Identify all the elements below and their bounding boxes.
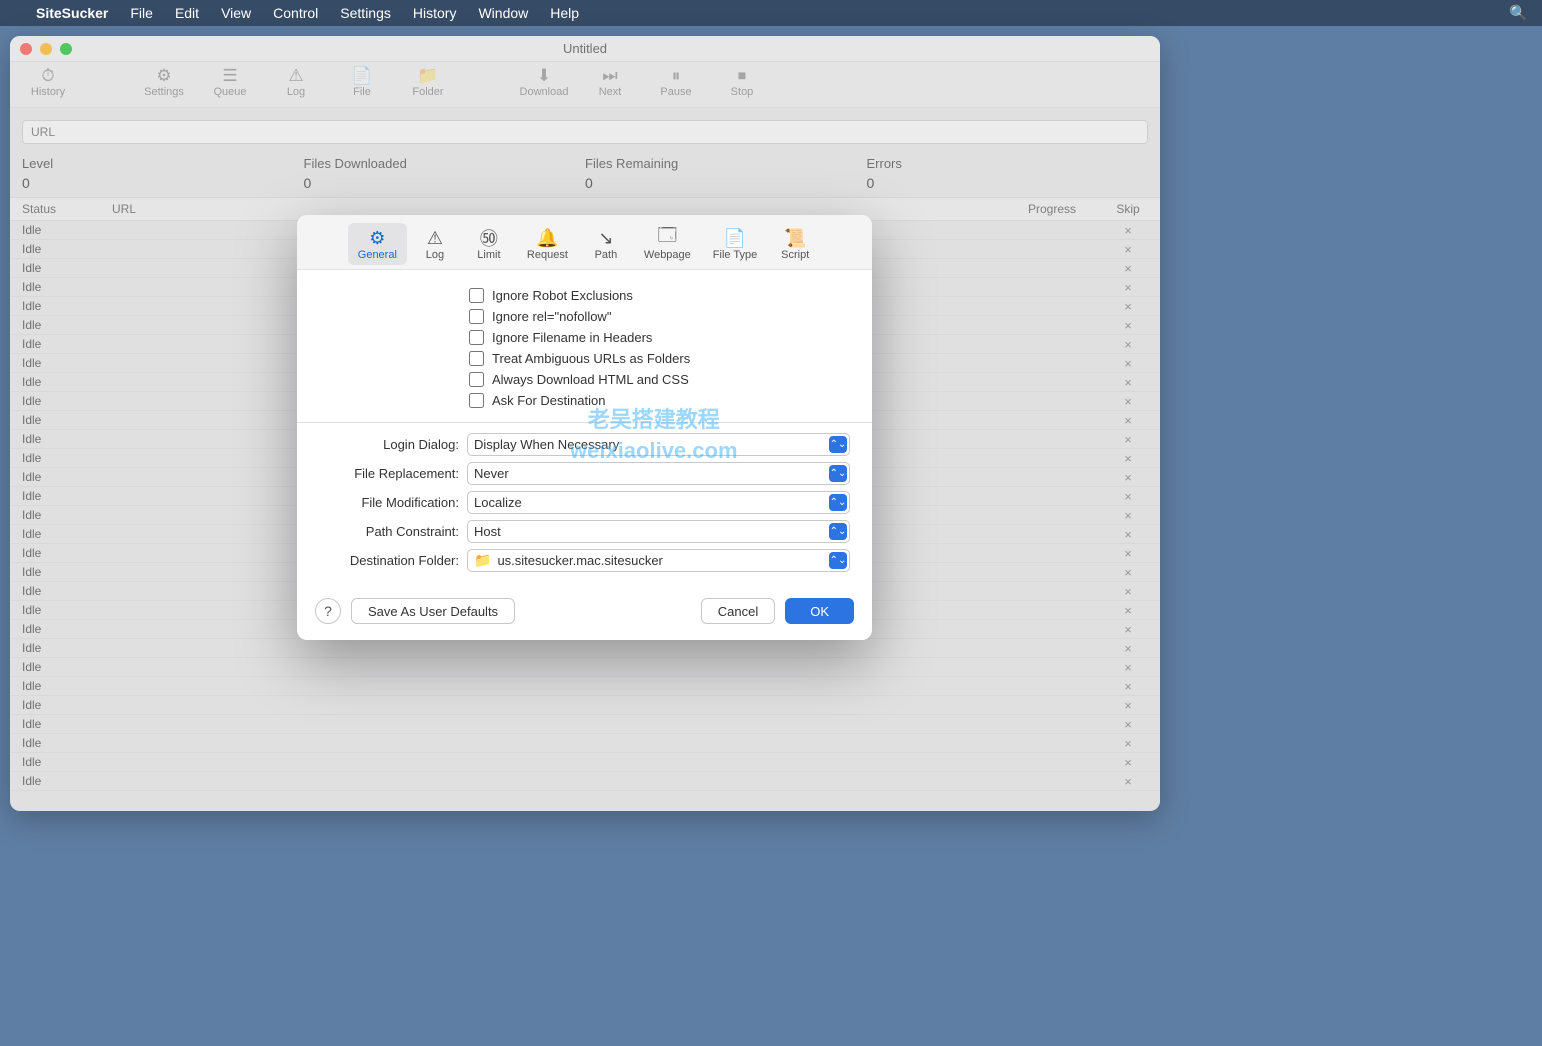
chk-ignore-filename[interactable]: Ignore Filename in Headers — [469, 330, 850, 345]
menu-window[interactable]: Window — [478, 5, 528, 21]
menu-settings[interactable]: Settings — [340, 5, 391, 21]
chk-ambiguous-folders[interactable]: Treat Ambiguous URLs as Folders — [469, 351, 850, 366]
chevron-updown-icon: ⌃⌄ — [829, 494, 847, 511]
path-icon: ↘ — [598, 227, 613, 249]
tab-request[interactable]: 🔔Request — [517, 223, 578, 265]
spotlight-icon[interactable]: 🔍 — [1509, 4, 1528, 22]
path-constraint-select[interactable]: Host⌃⌄ — [467, 520, 850, 543]
menu-help[interactable]: Help — [550, 5, 579, 21]
folder-icon: 📁 — [474, 552, 491, 569]
ok-button[interactable]: OK — [785, 598, 854, 624]
menu-edit[interactable]: Edit — [175, 5, 199, 21]
cancel-button[interactable]: Cancel — [701, 598, 775, 624]
chk-ignore-nofollow[interactable]: Ignore rel="nofollow" — [469, 309, 850, 324]
limit-icon: ㊿ — [480, 227, 498, 249]
save-defaults-button[interactable]: Save As User Defaults — [351, 598, 515, 624]
dialog-tabs: ⚙General ⚠Log ㊿Limit 🔔Request ↘Path 🗔Web… — [297, 215, 872, 270]
file-icon: 📄 — [724, 227, 746, 249]
webpage-icon: 🗔 — [658, 227, 678, 249]
tab-log[interactable]: ⚠Log — [409, 223, 461, 265]
help-button[interactable]: ? — [315, 598, 341, 624]
tab-webpage[interactable]: 🗔Webpage — [634, 223, 701, 265]
tab-path[interactable]: ↘Path — [580, 223, 632, 265]
file-modification-label: File Modification: — [319, 495, 459, 510]
menubar: SiteSucker File Edit View Control Settin… — [0, 0, 1542, 26]
tab-filetype[interactable]: 📄File Type — [703, 223, 767, 265]
tab-limit[interactable]: ㊿Limit — [463, 223, 515, 265]
chk-ask-destination[interactable]: Ask For Destination — [469, 393, 850, 408]
file-replacement-label: File Replacement: — [319, 466, 459, 481]
destination-folder-label: Destination Folder: — [319, 553, 459, 568]
menu-view[interactable]: View — [221, 5, 251, 21]
file-replacement-select[interactable]: Never⌃⌄ — [467, 462, 850, 485]
destination-folder-select[interactable]: 📁us.sitesucker.mac.sitesucker⌃⌄ — [467, 549, 850, 572]
path-constraint-label: Path Constraint: — [319, 524, 459, 539]
chk-always-download-html[interactable]: Always Download HTML and CSS — [469, 372, 850, 387]
login-dialog-select[interactable]: Display When Necessary⌃⌄ — [467, 433, 850, 456]
tab-general[interactable]: ⚙General — [348, 223, 407, 265]
menu-file[interactable]: File — [130, 5, 153, 21]
bell-icon: 🔔 — [536, 227, 558, 249]
settings-dialog: ⚙General ⚠Log ㊿Limit 🔔Request ↘Path 🗔Web… — [297, 215, 872, 640]
chevron-updown-icon: ⌃⌄ — [829, 465, 847, 482]
chevron-updown-icon: ⌃⌄ — [829, 552, 847, 569]
script-icon: 📜 — [784, 227, 806, 249]
chevron-updown-icon: ⌃⌄ — [829, 436, 847, 453]
app-name[interactable]: SiteSucker — [36, 5, 108, 21]
login-dialog-label: Login Dialog: — [319, 437, 459, 452]
menu-history[interactable]: History — [413, 5, 457, 21]
chk-ignore-robots[interactable]: Ignore Robot Exclusions — [469, 288, 850, 303]
tab-script[interactable]: 📜Script — [769, 223, 821, 265]
warning-icon: ⚠ — [427, 227, 443, 249]
chevron-updown-icon: ⌃⌄ — [829, 523, 847, 540]
gear-icon: ⚙ — [369, 227, 385, 249]
menu-control[interactable]: Control — [273, 5, 318, 21]
file-modification-select[interactable]: Localize⌃⌄ — [467, 491, 850, 514]
